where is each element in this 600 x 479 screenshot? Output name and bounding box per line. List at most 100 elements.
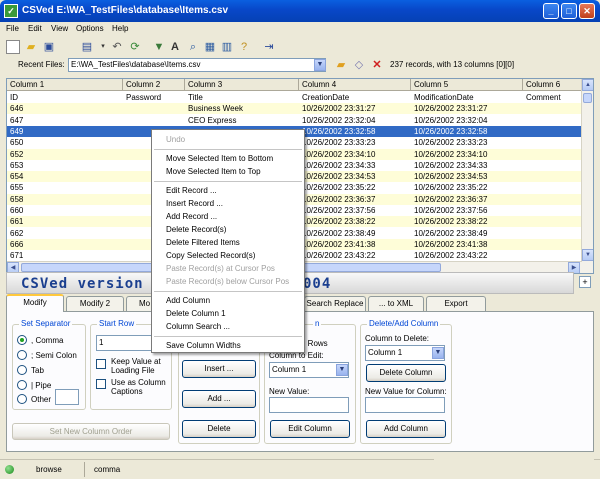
table-cell[interactable]: 10/26/2002 23:38:49 bbox=[411, 228, 523, 239]
table-cell[interactable] bbox=[523, 205, 583, 216]
menu-edit-record[interactable]: Edit Record ... bbox=[152, 185, 304, 197]
column-header[interactable]: Column 4 bbox=[299, 79, 411, 91]
radio-pipe[interactable] bbox=[17, 380, 27, 390]
table-cell[interactable]: 10/26/2002 23:36:37 bbox=[411, 194, 523, 205]
column-header[interactable]: Column 2 bbox=[123, 79, 185, 91]
chevron-down-icon[interactable]: ▼ bbox=[314, 59, 326, 71]
column-header[interactable]: Column 3 bbox=[185, 79, 299, 91]
font-icon[interactable]: A bbox=[168, 40, 182, 54]
table-cell[interactable] bbox=[523, 194, 583, 205]
save-as-icon[interactable]: ▤ bbox=[80, 40, 94, 54]
table-cell[interactable]: CEO Express bbox=[185, 115, 299, 126]
new-file-icon[interactable] bbox=[6, 40, 20, 54]
menu-add-column[interactable]: Add Column bbox=[152, 295, 304, 307]
radio-tab[interactable] bbox=[17, 365, 27, 375]
table-cell[interactable]: 10/26/2002 23:38:49 bbox=[299, 228, 411, 239]
table-cell[interactable]: ID bbox=[7, 92, 123, 103]
menu-paste-at-cursor[interactable]: Paste Record(s) at Cursor Pos bbox=[152, 263, 304, 275]
table-cell[interactable]: 658 bbox=[7, 194, 123, 205]
table-cell[interactable] bbox=[523, 182, 583, 193]
table-cell[interactable]: 10/26/2002 23:34:33 bbox=[299, 160, 411, 171]
edit-column-button[interactable]: Edit Column bbox=[270, 420, 350, 438]
table-cell[interactable]: Comment bbox=[523, 92, 583, 103]
table-cell[interactable]: 10/26/2002 23:34:10 bbox=[411, 149, 523, 160]
radio-other[interactable] bbox=[17, 394, 27, 404]
menu-edit[interactable]: Edit bbox=[28, 24, 42, 33]
menu-options[interactable]: Options bbox=[76, 24, 104, 33]
tab-modify[interactable]: Modify bbox=[6, 294, 64, 312]
tab-to-xml[interactable]: ... to XML bbox=[368, 296, 424, 311]
menu-paste-below-cursor[interactable]: Paste Record(s) below Cursor Pos bbox=[152, 276, 304, 288]
table-cell[interactable]: ModificationDate bbox=[411, 92, 523, 103]
table-cell[interactable]: 10/26/2002 23:32:58 bbox=[411, 126, 523, 137]
menu-add-record[interactable]: Add Record ... bbox=[152, 211, 304, 223]
delete-column-button[interactable]: Delete Column bbox=[366, 364, 446, 382]
table-cell[interactable] bbox=[523, 239, 583, 250]
add-column-button[interactable]: Add Column bbox=[366, 420, 446, 438]
delete-button[interactable]: Delete bbox=[182, 420, 256, 438]
table-cell[interactable] bbox=[523, 103, 583, 114]
table-cell[interactable]: 10/26/2002 23:32:04 bbox=[411, 115, 523, 126]
open-recent-icon[interactable]: ▰ bbox=[334, 58, 348, 72]
table-cell[interactable] bbox=[523, 115, 583, 126]
table-row[interactable]: 647 CEO Express 10/26/2002 23:32:04 10/26/2… bbox=[7, 114, 583, 126]
table-cell[interactable]: 666 bbox=[7, 239, 123, 250]
table-cell[interactable] bbox=[123, 103, 185, 114]
table-cell[interactable]: 10/26/2002 23:35:22 bbox=[299, 182, 411, 193]
table-cell[interactable]: Title bbox=[185, 92, 299, 103]
table-cell[interactable]: 10/26/2002 23:35:22 bbox=[411, 182, 523, 193]
menu-undo[interactable]: Undo bbox=[152, 134, 304, 146]
table-cell[interactable]: 10/26/2002 23:43:22 bbox=[411, 250, 523, 261]
table-cell[interactable]: 647 bbox=[7, 115, 123, 126]
table-cell[interactable] bbox=[523, 149, 583, 160]
find-icon[interactable]: ⌕ bbox=[186, 40, 200, 54]
use-captions-checkbox[interactable] bbox=[96, 379, 106, 389]
new-value-input[interactable] bbox=[269, 397, 349, 413]
menu-help[interactable]: Help bbox=[112, 24, 128, 33]
new-column-value-input[interactable] bbox=[365, 397, 445, 413]
dropdown-arrow-icon[interactable]: ▾ bbox=[96, 40, 110, 54]
tab-modify-2[interactable]: Modify 2 bbox=[66, 296, 124, 311]
add-button[interactable]: Add ... bbox=[182, 390, 256, 408]
table-cell[interactable]: 10/26/2002 23:43:22 bbox=[299, 250, 411, 261]
expand-icon[interactable]: + bbox=[579, 276, 591, 288]
column-header[interactable]: Column 5 bbox=[411, 79, 523, 91]
set-column-order-button[interactable]: Set New Column Order bbox=[12, 423, 170, 440]
other-separator-input[interactable] bbox=[55, 389, 79, 405]
vertical-scrollbar[interactable]: ▲ ▼ bbox=[581, 79, 593, 273]
table-cell[interactable]: 646 bbox=[7, 103, 123, 114]
radio-comma[interactable] bbox=[17, 335, 27, 345]
edit-combo-chevron-icon[interactable]: ▼ bbox=[336, 364, 348, 376]
open-folder-icon[interactable]: ▰ bbox=[24, 40, 38, 54]
table-row[interactable]: ID Password Title CreationDate ModificationD… bbox=[7, 92, 582, 103]
refresh-icon[interactable]: ⟳ bbox=[128, 40, 142, 54]
table-cell[interactable] bbox=[523, 137, 583, 148]
scroll-down-icon[interactable]: ▼ bbox=[582, 249, 593, 261]
table-cell[interactable] bbox=[523, 126, 583, 137]
table-cell[interactable] bbox=[123, 115, 185, 126]
table-cell[interactable]: 662 bbox=[7, 228, 123, 239]
menu-insert-record[interactable]: Insert Record ... bbox=[152, 198, 304, 210]
table-cell[interactable]: 10/26/2002 23:34:53 bbox=[299, 171, 411, 182]
table-cell[interactable]: 652 bbox=[7, 149, 123, 160]
scroll-thumb[interactable] bbox=[583, 93, 592, 103]
table-cell[interactable] bbox=[523, 216, 583, 227]
delete-combo-chevron-icon[interactable]: ▼ bbox=[432, 347, 444, 359]
help-icon[interactable]: ? bbox=[237, 40, 251, 54]
table-cell[interactable]: 661 bbox=[7, 216, 123, 227]
table-cell[interactable]: 10/26/2002 23:34:10 bbox=[299, 149, 411, 160]
table-cell[interactable]: 649 bbox=[7, 126, 123, 137]
table-cell[interactable] bbox=[523, 228, 583, 239]
scroll-up-icon[interactable]: ▲ bbox=[582, 79, 593, 91]
table-cell[interactable]: 671 bbox=[7, 250, 123, 261]
filter-icon[interactable]: ▼ bbox=[152, 40, 166, 54]
undo-icon[interactable]: ↶ bbox=[110, 40, 124, 54]
maximize-button[interactable]: □ bbox=[561, 3, 577, 19]
table-cell[interactable]: Password bbox=[123, 92, 185, 103]
table-cell[interactable] bbox=[523, 171, 583, 182]
delete-recent-icon[interactable]: ✕ bbox=[370, 58, 384, 72]
column-header[interactable]: Column 6 bbox=[523, 79, 583, 91]
exit-icon[interactable]: ⇥ bbox=[262, 40, 276, 54]
startrow-input[interactable]: 1 bbox=[96, 335, 156, 351]
menu-delete-column[interactable]: Delete Column 1 bbox=[152, 308, 304, 320]
